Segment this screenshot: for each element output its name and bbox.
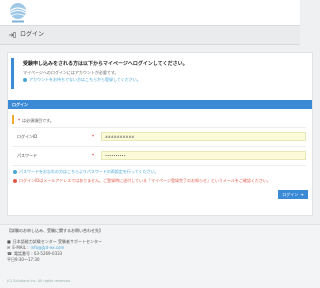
login-arrow-icon [9, 32, 16, 38]
login-button-label: ログイン [282, 191, 299, 197]
notice-title: 受験申し込みをされる方は以下からマイページへログインしてください。 [23, 61, 188, 67]
chevron-right-icon [13, 169, 17, 174]
login-container: 受験申し込みをされる方は以下からマイページへログインしてください。 マイページへ… [7, 52, 313, 216]
forgot-password-link[interactable]: パスワードをお忘れの方はこちらよりパスワードの再設定を行ってください。 [13, 169, 159, 174]
phone-icon: ☎ [7, 250, 12, 256]
login-arrow-icon: ➜ [300, 192, 304, 197]
divider [12, 146, 306, 147]
forgot-password-text[interactable]: パスワードをお忘れの方はこちらよりパスワードの再設定を行ってください。 [19, 169, 159, 174]
password-label: パスワード [17, 152, 37, 158]
copyright: (C) Solutions Inc. All rights reserved. [7, 279, 71, 284]
login-id-row: ログインID * [12, 130, 306, 143]
footer-hours: 平日9:30～17:30 [7, 256, 313, 262]
password-row: パスワード * [12, 149, 306, 162]
required-mark: * [18, 117, 21, 123]
register-link-text[interactable]: アカウントをお持ちでない方はこちらから登録してください。 [29, 77, 141, 82]
login-id-input[interactable] [101, 132, 306, 141]
login-id-warning: ログインIDはメールアドレスではありません。ご登録時に送付している「マイページ登… [13, 178, 308, 183]
login-button[interactable]: ログイン ➜ [278, 190, 308, 199]
divider [12, 165, 306, 166]
required-note: * は必須項目です。 [12, 115, 72, 124]
mail-icon: ✉ [7, 244, 11, 250]
divider [12, 127, 306, 128]
footer: 【試験のお申し込み、受験に関するお問い合わせ先】 ■ 日本語能力試験センター 受… [0, 224, 320, 288]
chevron-right-icon [23, 77, 27, 82]
register-link[interactable]: アカウントをお持ちでない方はこちらから登録してください。 [23, 77, 309, 82]
page-title-bar: ログイン [0, 25, 300, 45]
footer-email-label: E-MAIL : [12, 244, 29, 250]
page-title: ログイン [20, 31, 45, 38]
site-header [0, 0, 300, 25]
login-id-label: ログインID [17, 133, 38, 139]
footer-org-text: 日本語能力試験センター 受験者サポートセンター [12, 238, 103, 244]
login-id-required-mark: * [92, 133, 95, 139]
footer-hours-text: 平日9:30～17:30 [7, 256, 40, 262]
password-required-mark: * [92, 152, 95, 158]
footer-title: 【試験のお申し込み、受験に関するお問い合わせ先】 [7, 228, 103, 233]
building-icon: ■ [7, 238, 11, 244]
globe-logo-icon[interactable] [6, 2, 30, 24]
login-id-warning-text: ログインIDはメールアドレスではありません。ご登録時に送付している「マイページ登… [19, 178, 271, 183]
notice-box: 受験申し込みをされる方は以下からマイページへログインしてください。 マイページへ… [11, 58, 309, 89]
login-panel-heading: ログイン [8, 100, 312, 109]
notice-text: マイページへのログインにはアカウントが必要です。 [23, 69, 119, 75]
alert-icon [13, 178, 17, 183]
footer-phone-text: 電話番号 : 03-5269-0333 [13, 250, 63, 256]
password-input[interactable] [101, 151, 306, 160]
required-note-text: は必須項目です。 [22, 117, 54, 123]
footer-email-link[interactable]: info@jlpt-ex.com [31, 245, 65, 250]
